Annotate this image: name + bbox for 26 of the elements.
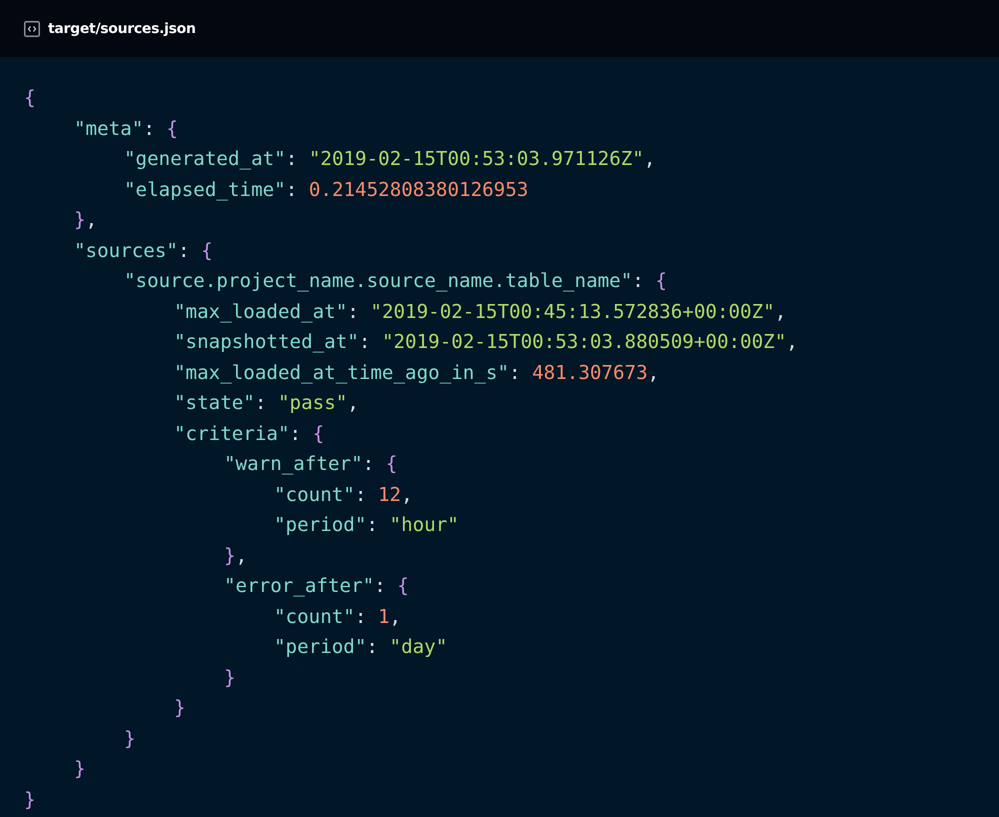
code-line: "snapshotted_at": "2019-02-15T00:53:03.880509+00:00Z", — [174, 330, 798, 354]
code-line: "count": 12, — [274, 482, 413, 507]
code-line: "elapsed_time": 0.21452808380126953 — [124, 178, 528, 202]
code-line: } — [24, 788, 36, 812]
code-line: } — [74, 757, 86, 782]
code-line: "warn_after": { — [224, 452, 398, 476]
code-line: "count": 1, — [274, 604, 402, 629]
code-line: "meta": { — [74, 116, 178, 141]
code-line: } — [224, 666, 236, 690]
code-line: } — [174, 696, 186, 720]
code-line: "max_loaded_at_time_ago_in_s": 481.307673, — [174, 360, 660, 385]
file-name: target/sources.json — [48, 20, 196, 36]
code-line: { — [24, 86, 36, 110]
code-line: }, — [224, 544, 248, 568]
code-line: "state": "pass", — [174, 391, 359, 416]
code-line: "criteria": { — [174, 422, 324, 446]
code-line: "period": "hour" — [274, 513, 459, 538]
code-line: } — [124, 726, 136, 751]
code-line: "period": "day" — [274, 635, 448, 660]
code-line: }, — [74, 208, 98, 232]
code-line: "source.project_name.source_name.table_name": { — [124, 269, 667, 294]
code-line: "sources": { — [74, 238, 213, 263]
code-file-icon — [24, 20, 40, 36]
code-line: "max_loaded_at": "2019-02-15T00:45:13.572836+00:00Z", — [174, 300, 786, 324]
code-line: "generated_at": "2019-02-15T00:53:03.971126Z", — [124, 147, 656, 172]
code-line: "error_after": { — [224, 574, 409, 598]
